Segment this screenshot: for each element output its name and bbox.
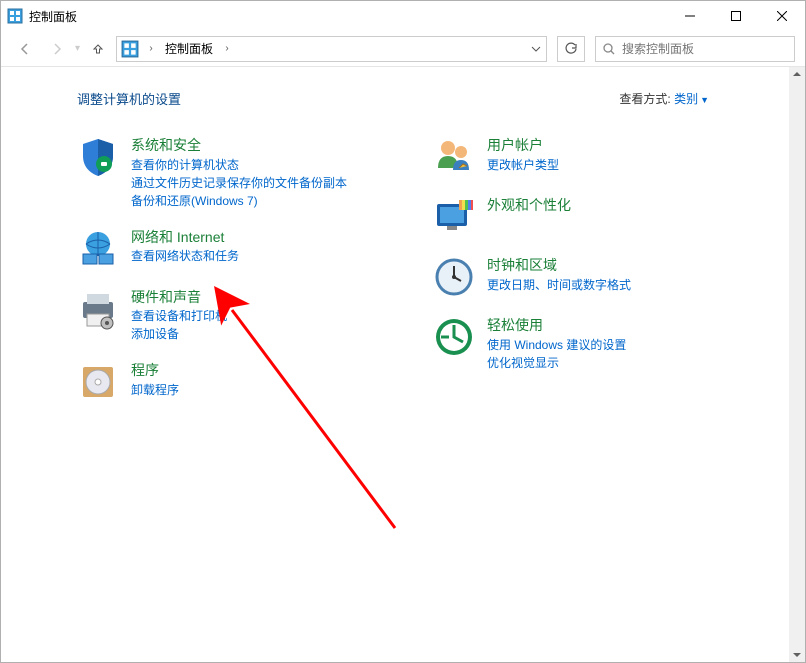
category-link[interactable]: 更改帐户类型 — [487, 156, 559, 174]
category-programs: 程序 卸载程序 — [77, 361, 423, 403]
categories-grid: 系统和安全 查看你的计算机状态 通过文件历史记录保存你的文件备份副本 备份和还原… — [27, 136, 779, 403]
ease-of-access-icon — [433, 316, 475, 358]
scroll-down-icon[interactable] — [792, 650, 802, 660]
search-input[interactable] — [622, 42, 794, 56]
window-controls — [667, 1, 805, 31]
category-title[interactable]: 外观和个性化 — [487, 196, 571, 216]
printer-icon — [77, 288, 119, 330]
category-title[interactable]: 硬件和声音 — [131, 288, 227, 308]
category-hardware-sound: 硬件和声音 查看设备和打印机 添加设备 — [77, 288, 423, 344]
navbar: ▾ › 控制面板 › — [1, 31, 805, 67]
nav-history-dropdown-icon[interactable]: ▾ — [75, 43, 80, 54]
category-title[interactable]: 系统和安全 — [131, 136, 347, 156]
users-icon — [433, 136, 475, 178]
breadcrumb-arrow-icon[interactable]: › — [219, 37, 235, 61]
category-title[interactable]: 时钟和区域 — [487, 256, 631, 276]
refresh-button[interactable] — [557, 36, 585, 62]
breadcrumb-item[interactable]: 控制面板 — [159, 37, 219, 61]
right-column: 用户帐户 更改帐户类型 外观和个性化 — [433, 136, 779, 403]
address-dropdown-icon[interactable] — [526, 44, 546, 54]
category-link[interactable]: 优化视觉显示 — [487, 354, 626, 372]
category-title[interactable]: 轻松使用 — [487, 316, 626, 336]
category-link[interactable]: 查看你的计算机状态 — [131, 156, 347, 174]
category-link[interactable]: 查看网络状态和任务 — [131, 247, 239, 265]
category-user-accounts: 用户帐户 更改帐户类型 — [433, 136, 779, 178]
shield-icon — [77, 136, 119, 178]
window-title: 控制面板 — [29, 8, 667, 25]
category-link[interactable]: 卸载程序 — [131, 381, 179, 399]
window: 控制面板 ▾ › 控制面板 › — [0, 0, 806, 663]
vertical-scrollbar[interactable] — [789, 67, 805, 662]
breadcrumb-icon — [121, 40, 139, 58]
up-button[interactable] — [84, 35, 112, 63]
maximize-button[interactable] — [713, 1, 759, 31]
category-link[interactable]: 备份和还原(Windows 7) — [131, 192, 347, 210]
forward-button[interactable] — [43, 35, 71, 63]
search-box[interactable] — [595, 36, 795, 62]
titlebar: 控制面板 — [1, 1, 805, 31]
category-clock-region: 时钟和区域 更改日期、时间或数字格式 — [433, 256, 779, 298]
page-title: 调整计算机的设置 — [77, 89, 619, 108]
view-mode: 查看方式: 类别▼ — [619, 90, 709, 107]
header-row: 调整计算机的设置 查看方式: 类别▼ — [27, 89, 779, 108]
category-system-security: 系统和安全 查看你的计算机状态 通过文件历史记录保存你的文件备份副本 备份和还原… — [77, 136, 423, 210]
category-title[interactable]: 用户帐户 — [487, 136, 559, 156]
address-bar[interactable]: › 控制面板 › — [116, 36, 547, 62]
breadcrumb-arrow-icon[interactable]: › — [143, 37, 159, 61]
globe-icon — [77, 228, 119, 270]
category-title[interactable]: 程序 — [131, 361, 179, 381]
category-link[interactable]: 更改日期、时间或数字格式 — [487, 276, 631, 294]
search-icon — [602, 42, 616, 56]
back-button[interactable] — [11, 35, 39, 63]
clock-icon — [433, 256, 475, 298]
category-link[interactable]: 通过文件历史记录保存你的文件备份副本 — [131, 174, 347, 192]
close-button[interactable] — [759, 1, 805, 31]
chevron-down-icon[interactable]: ▼ — [700, 95, 709, 105]
category-link[interactable]: 添加设备 — [131, 325, 227, 343]
category-link[interactable]: 使用 Windows 建议的设置 — [487, 336, 626, 354]
category-title[interactable]: 网络和 Internet — [131, 228, 239, 248]
monitor-icon — [433, 196, 475, 238]
minimize-button[interactable] — [667, 1, 713, 31]
left-column: 系统和安全 查看你的计算机状态 通过文件历史记录保存你的文件备份副本 备份和还原… — [77, 136, 423, 403]
control-panel-icon — [7, 8, 23, 24]
content-area: 调整计算机的设置 查看方式: 类别▼ 系统和安全 查看你的计算机状态 通过文件历… — [1, 67, 805, 662]
category-link[interactable]: 查看设备和打印机 — [131, 307, 227, 325]
disc-icon — [77, 361, 119, 403]
scroll-up-icon[interactable] — [792, 69, 802, 79]
category-appearance: 外观和个性化 — [433, 196, 779, 238]
category-ease-of-access: 轻松使用 使用 Windows 建议的设置 优化视觉显示 — [433, 316, 779, 372]
category-network: 网络和 Internet 查看网络状态和任务 — [77, 228, 423, 270]
view-mode-value[interactable]: 类别 — [674, 92, 698, 106]
view-mode-label: 查看方式: — [619, 92, 670, 106]
